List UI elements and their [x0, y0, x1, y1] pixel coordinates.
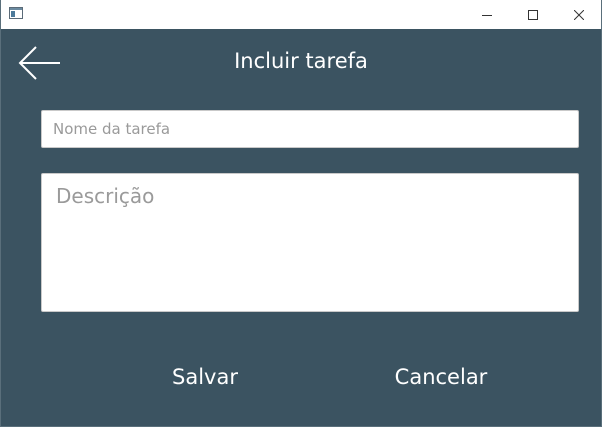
task-description-input[interactable] [41, 173, 579, 312]
task-name-input[interactable] [41, 110, 579, 148]
close-icon [574, 9, 584, 20]
page-title: Incluir tarefa [234, 49, 368, 73]
minimize-button[interactable] [464, 0, 510, 29]
maximize-button[interactable] [510, 0, 556, 29]
minimize-icon [482, 14, 492, 16]
app-window: Incluir tarefa Salvar Cancelar [0, 0, 602, 427]
cancel-button[interactable]: Cancelar [371, 358, 511, 396]
title-bar [1, 0, 601, 29]
save-button[interactable]: Salvar [145, 358, 265, 396]
maximize-icon [528, 9, 538, 20]
close-button[interactable] [556, 0, 602, 29]
app-icon [9, 7, 23, 19]
